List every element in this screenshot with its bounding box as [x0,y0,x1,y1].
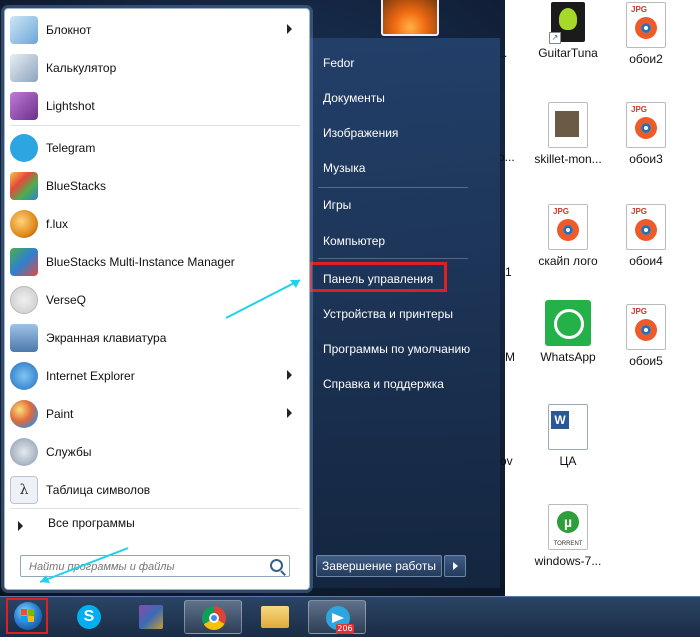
annotation-arrow-control-panel [225,279,301,319]
annotation-arrows [39,279,301,583]
annotation-arrow-start-button [39,547,129,583]
